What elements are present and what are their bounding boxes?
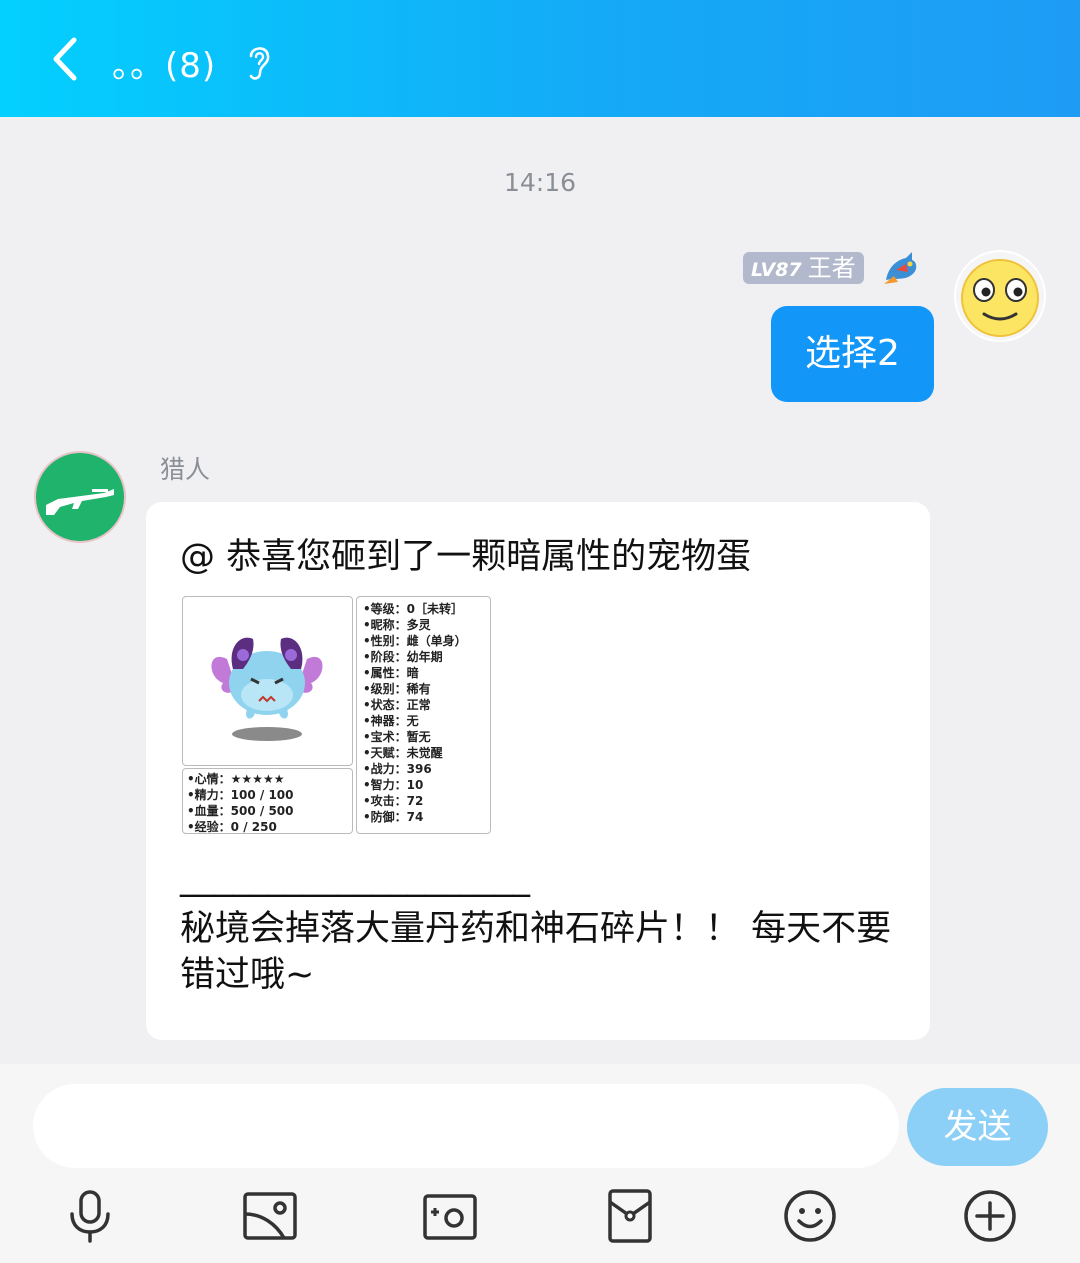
pet-stat-line: •心情：★★★★★ — [187, 772, 285, 786]
back-arrow-icon[interactable] — [44, 34, 88, 84]
send-button[interactable]: 发送 — [907, 1088, 1048, 1166]
pet-stat-line: •宝术：暂无 — [363, 730, 431, 744]
chat-title[interactable]: 。。(8) — [112, 38, 216, 87]
plus-icon[interactable] — [962, 1188, 1018, 1244]
pet-stat-line: •经验：0 / 250 — [187, 820, 277, 834]
pet-stat-line: •级别：稀有 — [363, 682, 431, 696]
photo-icon[interactable] — [242, 1188, 298, 1244]
pet-stat-line: •血量：500 / 500 — [187, 804, 294, 818]
pet-stat-line: •性别：雌（单身） — [363, 634, 467, 648]
my-avatar[interactable] — [954, 250, 1046, 342]
bot-avatar[interactable] — [34, 451, 126, 543]
chat-header: 。。(8) — [0, 0, 1080, 117]
bot-message-bubble[interactable]: @ 恭喜您砸到了一颗暗属性的宠物蛋 •心情：★★★★★ •精力：100 / 10… — [146, 502, 930, 1040]
rank-label: 王者 — [807, 254, 856, 282]
pet-stat-line: •昵称：多灵 — [363, 618, 431, 632]
pet-image-box — [182, 596, 353, 766]
text-divider: ____________________ — [180, 858, 530, 898]
bot-message-body: 秘境会掉落大量丹药和神石碎片！！ 每天不要错过哦~ — [180, 909, 892, 995]
smiley-avatar-icon — [956, 252, 1044, 340]
bot-message-heading: @ 恭喜您砸到了一颗暗属性的宠物蛋 — [180, 537, 752, 577]
pet-stat-line: •精力：100 / 100 — [187, 788, 294, 802]
pet-card-image[interactable]: •心情：★★★★★ •精力：100 / 100 •血量：500 / 500 •经… — [182, 596, 492, 836]
pet-stat-line: •神器：无 — [363, 714, 419, 728]
bot-name: 猎人 — [160, 455, 211, 484]
pet-stat-line: •状态：正常 — [363, 698, 431, 712]
microphone-icon[interactable] — [62, 1188, 118, 1244]
camera-icon[interactable] — [422, 1188, 478, 1244]
emoji-icon[interactable] — [782, 1188, 838, 1244]
dragon-badge-icon — [884, 252, 917, 284]
message-timestamp: 14:16 — [503, 168, 577, 197]
pet-stat-line: •智力：10 — [363, 778, 424, 792]
pet-stat-line: •等级：0［未转］ — [363, 602, 464, 616]
input-bar: 发送 — [0, 1064, 1080, 1263]
pet-stats-right: •等级：0［未转］ •昵称：多灵 •性别：雌（单身） •阶段：幼年期 •属性：暗… — [356, 596, 491, 834]
level-label: LV87 — [751, 259, 802, 281]
pet-stat-line: •属性：暗 — [363, 666, 419, 680]
pet-creature-icon — [211, 637, 323, 741]
ear-icon[interactable] — [244, 42, 274, 82]
rifle-icon — [46, 489, 114, 515]
pet-stat-line: •战力：396 — [363, 762, 432, 776]
pet-stat-line: •阶段：幼年期 — [363, 650, 443, 664]
level-badge: LV87 王者 — [743, 252, 864, 284]
pet-stat-line: •防御：74 — [363, 810, 424, 824]
pet-stats-left: •心情：★★★★★ •精力：100 / 100 •血量：500 / 500 •经… — [182, 768, 353, 834]
message-input[interactable] — [33, 1084, 899, 1168]
red-packet-icon[interactable] — [602, 1188, 658, 1244]
my-message-bubble[interactable]: 选择2 — [771, 306, 934, 402]
pet-stat-line: •天赋：未觉醒 — [363, 746, 443, 760]
pet-stat-line: •攻击：72 — [363, 794, 424, 808]
